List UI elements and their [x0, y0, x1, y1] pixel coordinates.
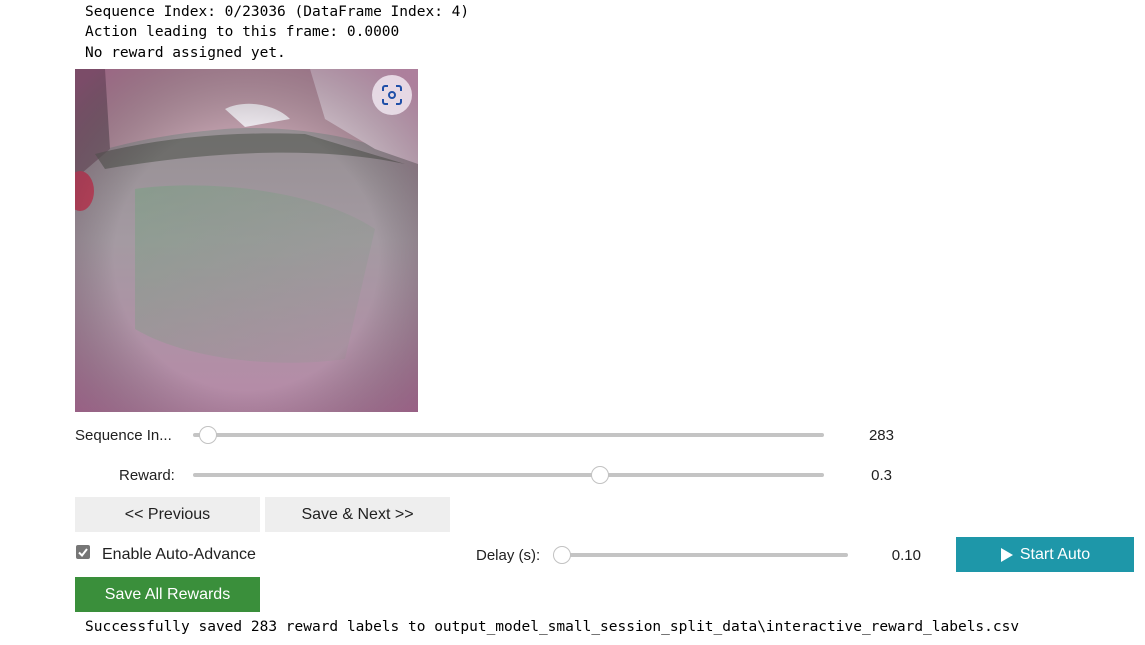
- save-status-message: Successfully saved 283 reward labels to …: [85, 619, 1020, 635]
- sequence-slider-value: 283: [868, 427, 894, 444]
- reward-slider-track[interactable]: [193, 473, 824, 477]
- play-icon: [1000, 547, 1013, 562]
- camera-frame-image: [75, 69, 418, 412]
- sequence-slider-thumb[interactable]: [199, 426, 218, 444]
- sequence-slider-label: Sequence In...: [75, 427, 172, 444]
- auto-advance-label: Enable Auto-Advance: [102, 546, 256, 563]
- reward-slider-value: 0.3: [871, 467, 892, 484]
- action-text: Action leading to this frame: 0.0000: [85, 24, 400, 40]
- checkmark-icon: [78, 548, 88, 558]
- reward-status-text: No reward assigned yet.: [85, 45, 286, 61]
- auto-advance-checkbox[interactable]: [76, 545, 90, 559]
- sequence-slider-track[interactable]: [193, 433, 824, 437]
- reward-slider-thumb[interactable]: [591, 466, 610, 484]
- start-auto-label: Start Auto: [1019, 545, 1091, 563]
- delay-slider-thumb[interactable]: [553, 546, 571, 564]
- save-next-button[interactable]: Save & Next >>: [265, 497, 450, 532]
- screenshot-button[interactable]: [372, 75, 412, 115]
- previous-button[interactable]: << Previous: [75, 497, 260, 532]
- delay-slider-label: Delay (s):: [476, 547, 541, 564]
- sequence-index-text: Sequence Index: 0/23036 (DataFrame Index…: [85, 4, 470, 20]
- delay-slider-value: 0.10: [891, 547, 921, 564]
- start-auto-button[interactable]: Start Auto: [956, 537, 1134, 572]
- save-all-rewards-button[interactable]: Save All Rewards: [75, 577, 260, 612]
- screenshot-icon: [382, 85, 402, 105]
- camera-frame-render: [75, 69, 418, 412]
- reward-slider-label: Reward:: [119, 467, 175, 484]
- delay-slider-track[interactable]: [555, 553, 848, 557]
